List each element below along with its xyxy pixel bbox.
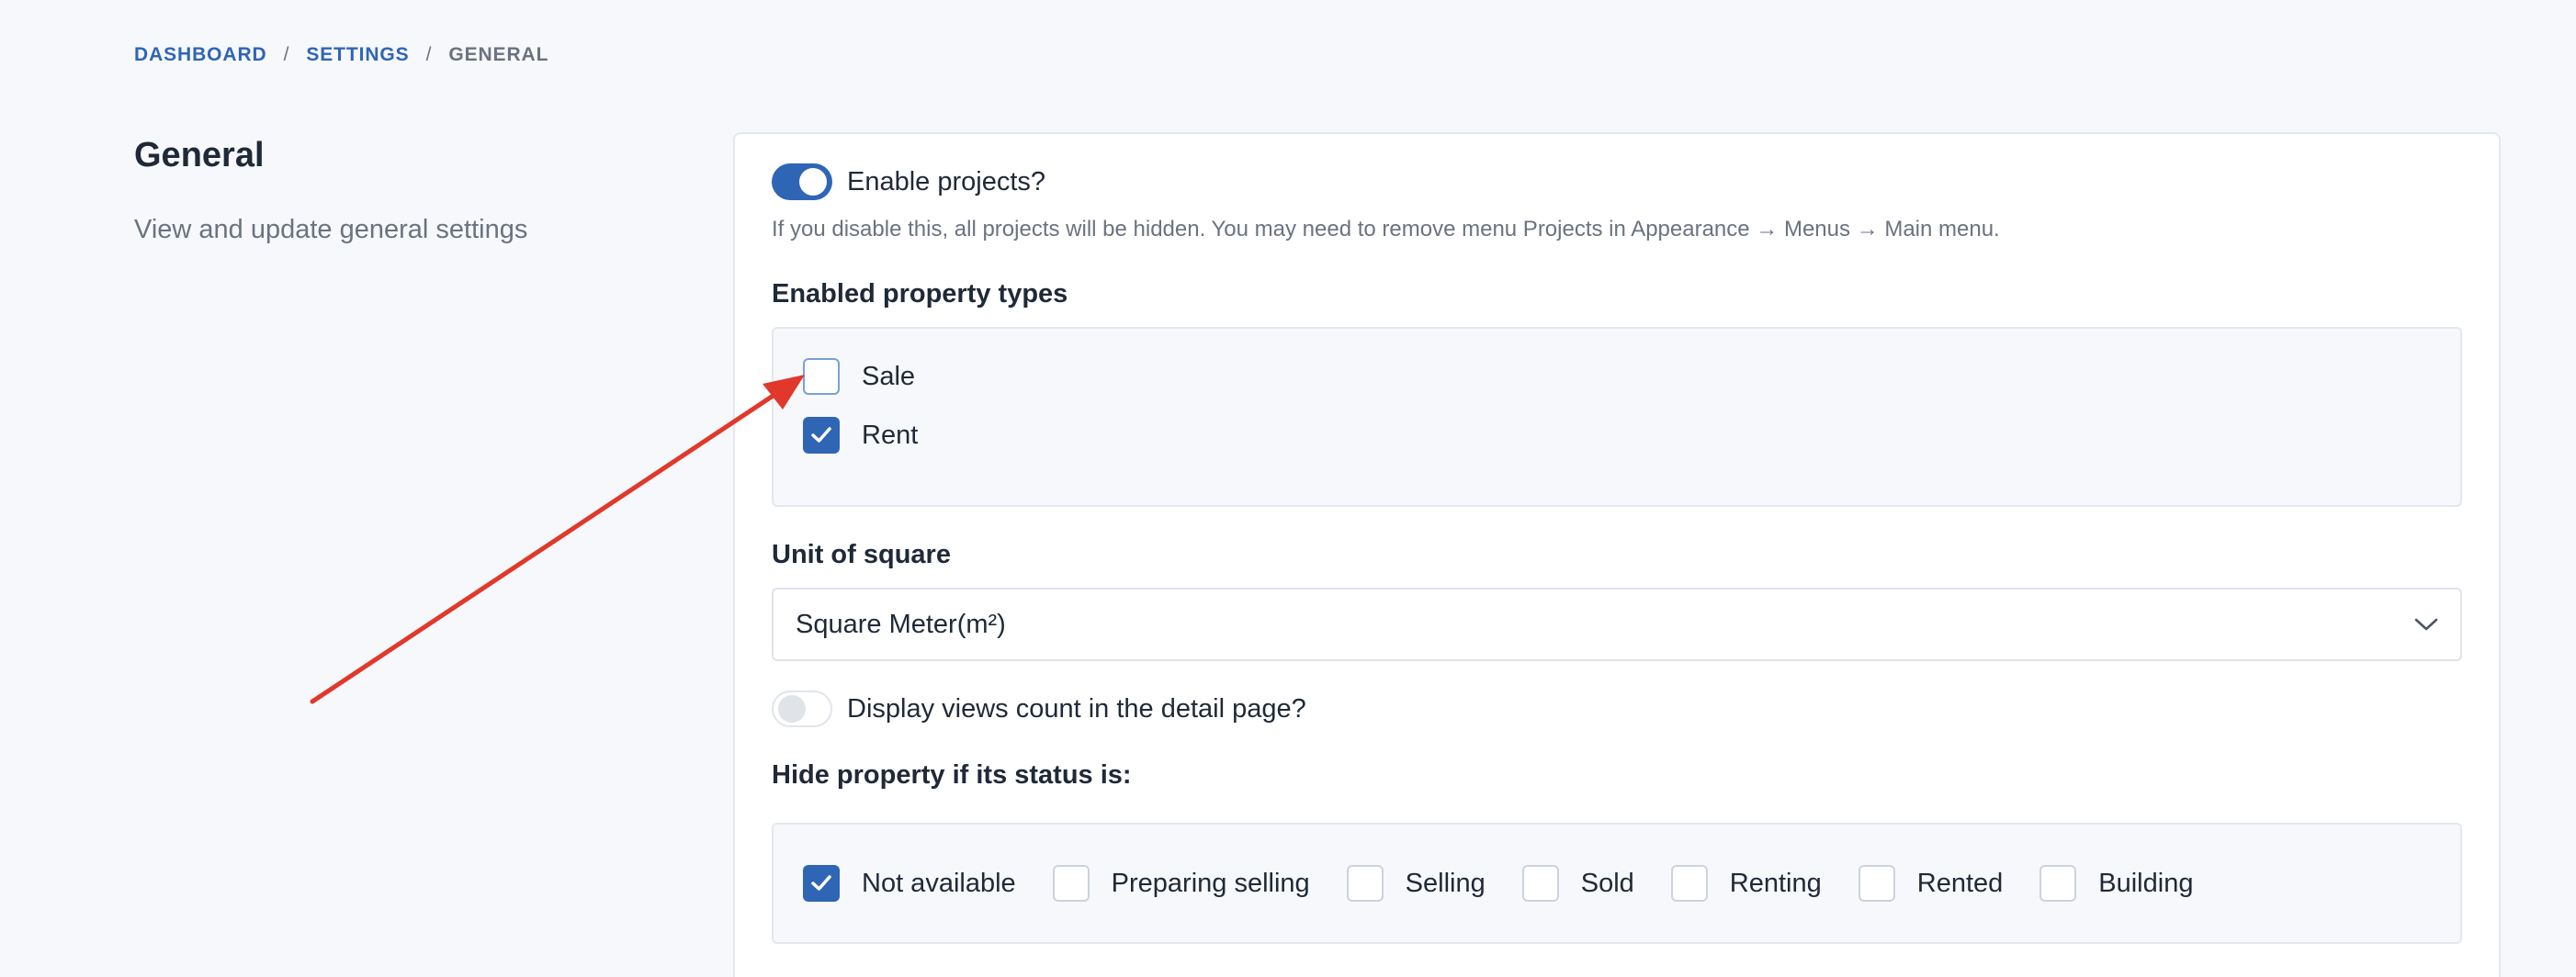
enable-projects-help: If you disable this, all projects will b… [772, 217, 2000, 241]
unit-of-square-value: Square Meter(m²) [796, 609, 1006, 639]
views-count-toggle[interactable] [772, 691, 832, 727]
status-sold[interactable]: Sold [1521, 865, 1634, 902]
selling-label: Selling [1405, 868, 1486, 898]
breadcrumb-current: GENERAL [448, 44, 549, 65]
building-label: Building [2098, 868, 2194, 898]
views-count-row: Display views count in the detail page? [772, 691, 1306, 727]
breadcrumb: DASHBOARD / SETTINGS / GENERAL [134, 44, 548, 66]
building-checkbox[interactable] [2039, 865, 2077, 902]
enable-projects-row: Enable projects? [772, 163, 1045, 200]
sold-label: Sold [1580, 868, 1634, 898]
sale-label: Sale [862, 361, 916, 391]
unit-of-square-select[interactable]: Square Meter(m²) [772, 588, 2462, 661]
breadcrumb-separator: / [425, 44, 433, 65]
enable-projects-toggle[interactable] [772, 163, 832, 200]
status-rented[interactable]: Rented [1858, 865, 2004, 902]
preparing-selling-label: Preparing selling [1111, 868, 1310, 898]
toggle-knob [799, 168, 827, 196]
rent-checkbox[interactable] [803, 417, 840, 454]
selling-checkbox[interactable] [1346, 865, 1384, 902]
check-icon [811, 427, 831, 443]
not-available-checkbox[interactable] [803, 865, 840, 902]
section-description: View and update general settings [134, 215, 528, 244]
status-selling[interactable]: Selling [1346, 865, 1486, 902]
unit-of-square-label: Unit of square [772, 540, 951, 569]
sold-checkbox[interactable] [1521, 865, 1559, 902]
renting-checkbox[interactable] [1670, 865, 1708, 902]
views-count-label: Display views count in the detail page? [847, 693, 1306, 724]
preparing-selling-checkbox[interactable] [1052, 865, 1090, 902]
hide-status-group: Not available Preparing selling Selling … [772, 823, 2462, 944]
status-not-available[interactable]: Not available [803, 865, 1016, 902]
chevron-down-icon [2414, 618, 2438, 631]
breadcrumb-separator: / [283, 44, 290, 65]
breadcrumb-dashboard-link[interactable]: DASHBOARD [134, 44, 267, 66]
rented-checkbox[interactable] [1858, 865, 1895, 902]
status-preparing-selling[interactable]: Preparing selling [1052, 865, 1310, 902]
settings-page: DASHBOARD / SETTINGS / GENERAL General V… [0, 0, 2576, 977]
rent-label: Rent [862, 420, 919, 450]
not-available-label: Not available [862, 868, 1016, 898]
status-renting[interactable]: Renting [1670, 865, 1822, 902]
enable-projects-label: Enable projects? [847, 166, 1046, 197]
breadcrumb-settings-link[interactable]: SETTINGS [306, 44, 409, 66]
property-types-label: Enabled property types [772, 279, 1068, 309]
property-type-sale[interactable]: Sale [803, 358, 2460, 395]
property-types-group: Sale Rent [772, 327, 2462, 507]
property-type-rent[interactable]: Rent [803, 417, 2460, 454]
rented-label: Rented [1916, 868, 2004, 898]
status-building[interactable]: Building [2039, 865, 2193, 902]
sale-checkbox[interactable] [803, 358, 840, 395]
toggle-knob [778, 695, 806, 723]
renting-label: Renting [1729, 868, 1822, 898]
section-title: General [134, 136, 265, 174]
check-icon [811, 875, 831, 891]
hide-status-label: Hide property if its status is: [772, 760, 1132, 790]
